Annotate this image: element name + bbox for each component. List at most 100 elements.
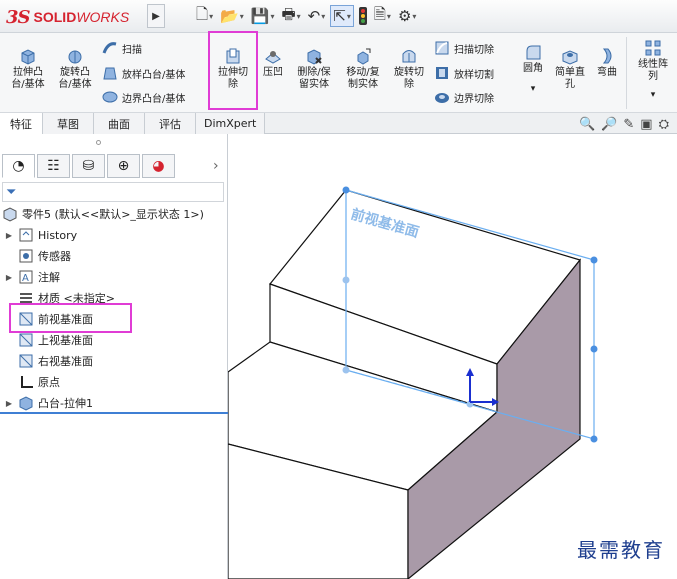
boundary-boss-icon <box>102 91 118 103</box>
tab-evaluate[interactable]: 评估 <box>145 113 196 134</box>
graphics-area[interactable]: 前视基准面 最需教育 <box>228 134 677 579</box>
fillet-label: 圆角 <box>523 63 543 74</box>
filter-icon: ⏷ <box>6 184 17 200</box>
simple-hole-button[interactable]: 简单直 孔 <box>553 47 587 91</box>
loft-boss-label: 放样凸台/基体 <box>122 69 186 81</box>
expand-icon[interactable]: ▶ <box>4 399 14 408</box>
linear-pattern-button[interactable]: 线性阵 列 ▾ <box>632 39 674 101</box>
plane-icon <box>19 333 33 347</box>
manager-tabs-chevron-icon[interactable]: › <box>213 158 219 174</box>
boundary-cut-icon <box>435 93 449 103</box>
display-style-icon[interactable]: ⛭ <box>659 117 669 132</box>
fillet-button[interactable]: 圆角 ▾ <box>518 43 548 95</box>
loft-boss-button[interactable]: 放样凸台/基体 <box>102 65 185 81</box>
undo-icon[interactable]: ↶ ▾ <box>306 5 328 27</box>
lofted-cut-icon <box>436 67 448 79</box>
sensors-icon <box>19 249 33 263</box>
tree-root-part[interactable]: 零件5 (默认<<默认>_显示状态 1>) <box>2 204 204 224</box>
history-icon <box>19 228 33 242</box>
sweep-button[interactable]: 扫描 <box>102 40 142 56</box>
lofted-cut-button[interactable]: 放样切割 <box>434 65 494 81</box>
rebuild-icon[interactable] <box>357 5 369 27</box>
zoom-to-area-icon[interactable]: 🔎 <box>601 117 617 132</box>
plane-handle[interactable] <box>342 366 350 374</box>
file-properties-icon[interactable]: 🗎 ▾ <box>372 5 393 27</box>
plane-handle[interactable] <box>590 345 598 353</box>
tab-sketch[interactable]: 草图 <box>43 113 94 134</box>
tree-item-origin[interactable]: 原点 <box>18 372 60 392</box>
move-copy-body-label: 移动/复 制实体 <box>346 67 380 90</box>
revolve-cut-button[interactable]: 旋转切 除 <box>389 47 429 91</box>
expand-icon[interactable]: ▶ <box>4 273 14 282</box>
tree-item-annotations[interactable]: ▶ A 注解 <box>4 267 60 287</box>
delete-keep-body-label: 删除/保 留实体 <box>297 67 331 90</box>
tab-dimxpert[interactable]: DimXpert <box>196 113 266 134</box>
flex-icon <box>602 48 612 64</box>
featuremanager-tab-icon[interactable]: ◔ <box>2 154 35 178</box>
plane-handle[interactable] <box>342 276 350 284</box>
annotations-label: 注解 <box>38 271 60 284</box>
zoom-to-fit-icon[interactable]: 🔍 <box>579 117 595 132</box>
propertymanager-tab-icon[interactable]: ☷ <box>37 154 70 178</box>
boundary-cut-button[interactable]: 边界切除 <box>434 89 494 105</box>
save-icon[interactable]: 💾 ▾ <box>249 5 277 27</box>
svg-text:A: A <box>22 273 29 284</box>
expand-icon[interactable]: ▶ <box>4 231 14 240</box>
watermark-text: 最需教育 <box>577 538 665 562</box>
tree-item-top-plane[interactable]: 上视基准面 <box>18 330 93 350</box>
open-icon[interactable]: 📂 ▾ <box>218 5 246 27</box>
tab-surfaces[interactable]: 曲面 <box>94 113 145 134</box>
dimxpert-manager-tab-icon[interactable]: ⊕ <box>107 154 140 178</box>
select-icon[interactable]: ⇱ ▾ <box>330 5 354 27</box>
move-body-icon <box>357 48 371 65</box>
move-copy-body-button[interactable]: 移动/复 制实体 <box>340 47 386 91</box>
revolve-cut-label: 旋转切 除 <box>394 67 424 90</box>
indent-button[interactable]: 压凹 <box>258 47 288 79</box>
history-label: History <box>38 228 78 242</box>
heads-up-view-toolbar: 🔍 🔎 ✎ ▣ ⛭ <box>579 117 669 132</box>
rollback-bar[interactable] <box>0 412 228 414</box>
plane-handle[interactable] <box>342 186 350 194</box>
revolve-cut-icon <box>402 50 416 63</box>
fillet-dropdown[interactable]: ▾ <box>518 83 548 95</box>
ds-logo-mark: 3S <box>6 6 31 28</box>
revolve-boss-button[interactable]: 旋转凸 台/基体 <box>53 47 97 91</box>
tab-features[interactable]: 特征 <box>0 113 43 134</box>
solidworks-logo: 3S SOLIDWORKS <box>6 6 129 28</box>
plane-icon <box>19 354 33 368</box>
part-icon <box>3 207 17 222</box>
tree-item-sensors[interactable]: 传感器 <box>18 246 71 266</box>
plane-handle[interactable] <box>590 435 598 443</box>
delete-keep-body-button[interactable]: 删除/保 留实体 <box>291 47 337 91</box>
view-orientation-icon[interactable]: ▣ <box>640 117 652 132</box>
flex-label: 弯曲 <box>597 67 617 78</box>
swept-cut-icon <box>435 41 449 55</box>
section-view-icon[interactable]: ✎ <box>623 117 634 132</box>
tree-item-right-plane[interactable]: 右视基准面 <box>18 351 93 371</box>
tree-item-history[interactable]: ▶ History <box>4 225 77 245</box>
new-document-icon[interactable]: 🗋 ▾ <box>194 5 215 27</box>
quick-access-toolbar: 🗋 ▾ 📂 ▾ 💾 ▾ 🖶 ▾ ↶ ▾ ⇱ ▾ 🗎 ▾ ⚙ ▾ <box>194 5 418 27</box>
print-icon[interactable]: 🖶 ▾ <box>279 5 302 27</box>
plane-handle[interactable] <box>590 256 598 264</box>
linear-pattern-dropdown[interactable]: ▾ <box>632 89 674 101</box>
panel-split-handle[interactable] <box>96 140 101 145</box>
fillet-icon <box>526 45 541 60</box>
display-manager-tab-icon[interactable]: ◕ <box>142 154 175 178</box>
flex-button[interactable]: 弯曲 <box>592 47 622 79</box>
menu-expand-button[interactable]: ▶ <box>147 4 165 28</box>
revolve-boss-icon <box>68 50 82 64</box>
tree-filter[interactable]: ⏷ <box>2 182 224 202</box>
options-icon[interactable]: ⚙ ▾ <box>396 5 418 27</box>
extrude-feature-icon <box>19 396 33 411</box>
configurationmanager-tab-icon[interactable]: ⛁ <box>72 154 105 178</box>
linear-pattern-icon <box>645 40 661 56</box>
swept-cut-label: 扫描切除 <box>454 44 494 56</box>
title-toolbar: 3S SOLIDWORKS ▶ 🗋 ▾ 📂 ▾ 💾 ▾ 🖶 ▾ ↶ ▾ ⇱ ▾ 🗎 ▾ ⚙ ▾ <box>0 0 677 33</box>
origin-label: 原点 <box>38 376 60 389</box>
tree-item-boss-extrude[interactable]: ▶ 凸台-拉伸1 <box>4 393 93 413</box>
swept-cut-button[interactable]: 扫描切除 <box>434 40 494 56</box>
boundary-boss-button[interactable]: 边界凸台/基体 <box>102 89 185 105</box>
extrude-boss-button[interactable]: 拉伸凸 台/基体 <box>6 47 50 91</box>
solidworks-wordmark: SOLIDWORKS <box>33 9 130 25</box>
